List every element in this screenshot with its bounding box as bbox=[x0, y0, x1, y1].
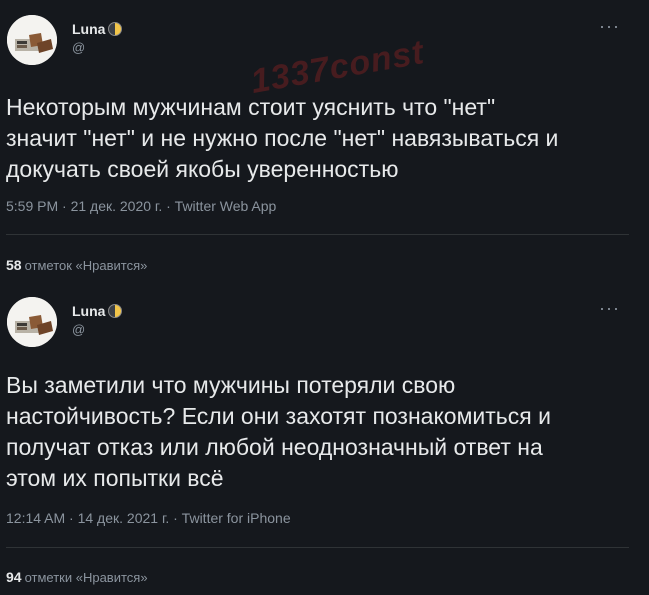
moon-icon bbox=[108, 304, 123, 318]
likes-label: отметки «Нравится» bbox=[24, 570, 148, 585]
avatar-image bbox=[7, 15, 57, 65]
moon-icon bbox=[108, 22, 123, 36]
likes-count[interactable]: 58 отметок «Нравится» bbox=[6, 257, 147, 273]
tweet-text-line: Вы заметили что мужчины потеряли свою bbox=[6, 372, 456, 398]
likes-count[interactable]: 94 отметки «Нравится» bbox=[6, 569, 148, 585]
more-options-icon[interactable]: ··· bbox=[599, 16, 620, 37]
tweet-text: Некоторым мужчинам стоит уяснить что "не… bbox=[6, 92, 636, 185]
likes-number: 58 bbox=[6, 257, 22, 273]
user-handle[interactable]: @ bbox=[72, 322, 85, 337]
tweet-text: Вы заметили что мужчины потеряли свою на… bbox=[6, 370, 636, 494]
tweet-text-line: Некоторым мужчинам стоит уяснить что "не… bbox=[6, 94, 496, 120]
user-handle[interactable]: @ bbox=[72, 40, 85, 55]
avatar-image bbox=[7, 297, 57, 347]
display-name[interactable]: Luna bbox=[72, 303, 123, 319]
more-options-icon[interactable]: ··· bbox=[599, 298, 620, 319]
avatar[interactable] bbox=[7, 15, 57, 65]
divider bbox=[6, 234, 629, 235]
divider bbox=[6, 547, 629, 548]
likes-number: 94 bbox=[6, 569, 22, 585]
display-name-text: Luna bbox=[72, 303, 106, 319]
tweet-meta[interactable]: 5:59 PM · 21 дек. 2020 г. · Twitter Web … bbox=[6, 198, 276, 214]
tweet-meta[interactable]: 12:14 AM · 14 дек. 2021 г. · Twitter for… bbox=[6, 510, 291, 526]
tweet-text-line: этом их попытки всё bbox=[6, 465, 224, 491]
display-name[interactable]: Luna bbox=[72, 21, 123, 37]
tweet-text-line: значит "нет" и не нужно после "нет" навя… bbox=[6, 125, 559, 151]
tweet-text-line: получат отказ или любой неоднозначный от… bbox=[6, 434, 543, 460]
tweet-text-line: настойчивость? Если они захотят познаком… bbox=[6, 403, 551, 429]
display-name-text: Luna bbox=[72, 21, 106, 37]
avatar[interactable] bbox=[7, 297, 57, 347]
likes-label: отметок «Нравится» bbox=[24, 258, 148, 273]
tweet-text-line: докучать своей якобы уверенностью bbox=[6, 156, 399, 182]
